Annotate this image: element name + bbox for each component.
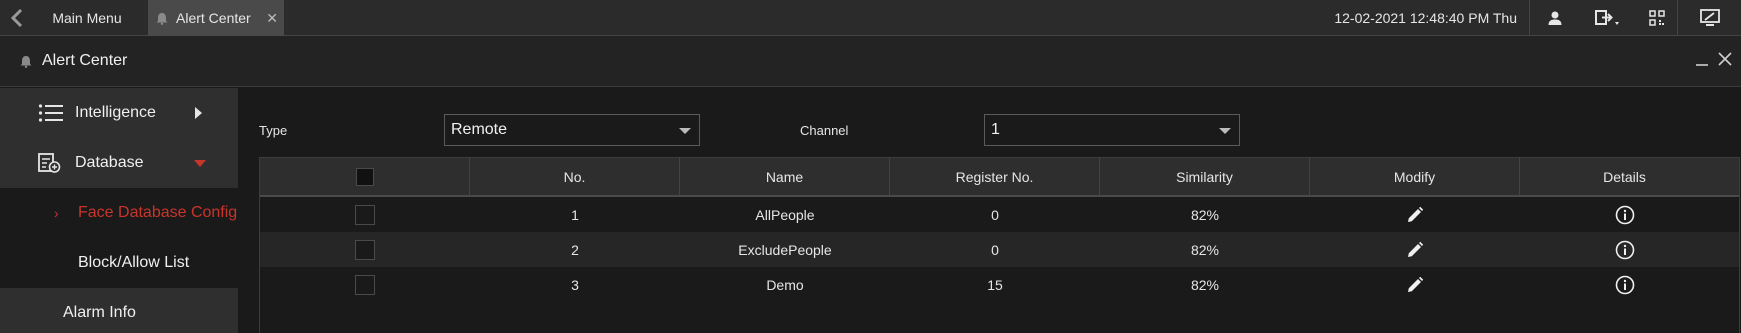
user-button[interactable]: [1529, 0, 1579, 36]
main-content: Type Remote Channel 1 No. Name Register …: [238, 88, 1741, 333]
type-select[interactable]: Remote: [444, 114, 700, 146]
sidebar-item-block-allow-list[interactable]: Block/Allow List: [0, 238, 238, 288]
sidebar-item-face-database-config[interactable]: › Face Database Config: [0, 188, 238, 238]
column-header: Similarity: [1100, 158, 1310, 195]
table-row: 3 Demo 15 82%: [260, 267, 1739, 302]
sidebar-item-label: Alarm Info: [63, 304, 136, 321]
channel-label: Channel: [800, 123, 849, 138]
database-icon: [38, 153, 61, 173]
top-bar: Main Menu Alert Center ✕ 12-02-2021 12:4…: [0, 0, 1741, 36]
row-checkbox[interactable]: [355, 274, 375, 295]
table-row: 2 ExcludePeople 0 82%: [260, 232, 1739, 267]
close-tab-icon[interactable]: ✕: [266, 10, 278, 26]
channel-select-value: 1: [991, 121, 1000, 138]
window-controls: [1695, 50, 1733, 70]
bell-icon: [20, 55, 32, 68]
list-icon: [38, 104, 63, 122]
panel-title: Alert Center: [42, 52, 128, 69]
sidebar-item-label: Block/Allow List: [78, 254, 190, 271]
tab-alert-center-label: Alert Center: [176, 10, 251, 26]
user-icon: [1548, 11, 1561, 25]
row-checkbox[interactable]: [355, 239, 375, 260]
logout-icon: [1595, 10, 1619, 25]
type-select-value: Remote: [451, 121, 508, 138]
column-header: Modify: [1310, 158, 1520, 195]
select-all-cell: [260, 158, 470, 195]
cell-name: ExcludePeople: [738, 241, 832, 258]
row-checkbox[interactable]: [355, 204, 375, 225]
info-icon[interactable]: [1615, 275, 1635, 295]
table-row: 1 AllPeople 0 82%: [260, 197, 1739, 232]
table-header: No. Name Register No. Similarity Modify …: [260, 158, 1739, 197]
top-toolbar: [1529, 0, 1741, 36]
sidebar-item-alarm-info[interactable]: Alarm Info: [0, 288, 238, 333]
face-database-table: No. Name Register No. Similarity Modify …: [259, 157, 1740, 333]
info-icon[interactable]: [1615, 240, 1635, 260]
tab-alert-center[interactable]: Alert Center ✕: [148, 0, 284, 36]
qr-code-icon: [1649, 10, 1665, 26]
dropdown-arrow-icon: [679, 128, 691, 134]
cell-no: 3: [571, 276, 579, 293]
chevron-right-icon: ›: [54, 205, 59, 221]
sidebar-item-label: Intelligence: [75, 104, 156, 121]
tab-main-menu[interactable]: Main Menu: [34, 0, 140, 36]
select-all-checkbox[interactable]: [355, 167, 374, 186]
column-header: Name: [680, 158, 890, 195]
cell-register-no: 0: [991, 241, 999, 258]
bell-icon: [156, 12, 168, 25]
edit-icon[interactable]: [1406, 206, 1424, 224]
cell-no: 2: [571, 241, 579, 258]
cell-name: AllPeople: [755, 206, 815, 223]
qr-code-button[interactable]: [1637, 0, 1677, 36]
datetime-display: 12-02-2021 12:48:40 PM Thu: [1334, 10, 1517, 26]
minimize-icon[interactable]: [1695, 50, 1709, 70]
cell-register-no: 0: [991, 206, 999, 223]
column-header: Details: [1603, 168, 1646, 185]
type-label: Type: [259, 123, 288, 138]
expand-right-icon: [195, 107, 202, 119]
dropdown-arrow-icon: [1219, 128, 1231, 134]
sidebar-item-database[interactable]: Database: [0, 138, 238, 188]
cell-similarity: 82%: [1190, 276, 1220, 293]
back-button[interactable]: [0, 0, 34, 36]
cell-name: Demo: [766, 276, 804, 293]
cell-similarity: 82%: [1190, 241, 1220, 258]
sidebar-item-label: Face Database Config: [78, 204, 238, 221]
column-header: No.: [470, 158, 680, 195]
cell-register-no: 15: [987, 276, 1003, 293]
edit-icon[interactable]: [1406, 241, 1424, 259]
cell-no: 1: [571, 206, 579, 223]
chevron-left-icon: [10, 8, 23, 28]
expand-down-icon: [194, 160, 206, 167]
info-icon[interactable]: [1615, 205, 1635, 225]
edit-icon[interactable]: [1406, 276, 1424, 294]
sidebar-item-intelligence[interactable]: Intelligence: [0, 88, 238, 138]
column-header: Register No.: [890, 158, 1100, 195]
sidebar-item-label: Database: [75, 154, 144, 171]
panel-header: Alert Center: [0, 36, 1741, 87]
tab-main-menu-label: Main Menu: [52, 10, 122, 26]
monitor-icon: [1699, 9, 1720, 26]
display-button[interactable]: [1677, 0, 1741, 36]
channel-select[interactable]: 1: [984, 114, 1240, 146]
sidebar: Intelligence Database › Face Database Co…: [0, 88, 238, 333]
cell-similarity: 82%: [1190, 206, 1220, 223]
logout-button[interactable]: [1579, 0, 1637, 36]
close-icon[interactable]: [1717, 50, 1733, 70]
